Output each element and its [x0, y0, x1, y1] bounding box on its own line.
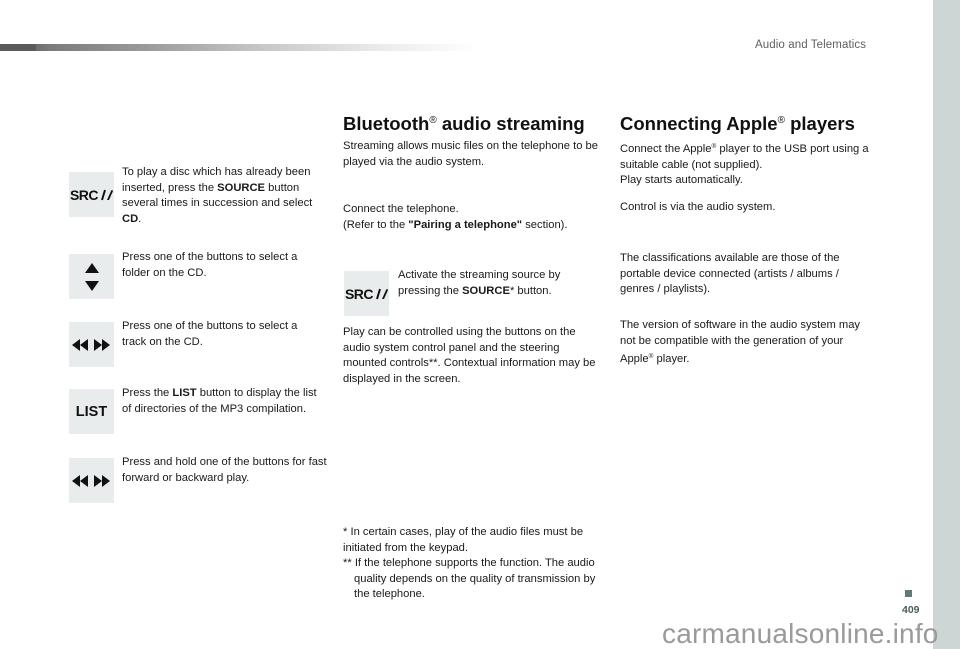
section-title: Audio and Telematics — [755, 39, 867, 51]
src-button-icon: SRC — [69, 172, 114, 217]
header-gradient-bar — [0, 44, 480, 51]
page-marker-icon — [905, 590, 912, 597]
src-label: SRC — [344, 285, 374, 302]
apple-version-text: The version of software in the audio sys… — [620, 319, 861, 366]
list-button-icon: LIST — [69, 389, 114, 434]
list-icon: LIST — [75, 403, 108, 420]
src-phone-icon: SRC — [344, 285, 389, 302]
track-select-button-icon — [69, 322, 114, 367]
disc-play-instruction: To play a disc which has already been in… — [122, 166, 313, 225]
apple-connect-text: Connect the Apple® player to the USB por… — [620, 143, 869, 187]
bluetooth-intro: Streaming allows music files on the tele… — [343, 140, 598, 168]
src-phone-icon: SRC — [69, 186, 114, 203]
activate-streaming-text: Activate the streaming source by pressin… — [398, 269, 561, 297]
footnote-2: ** If the telephone supports the functio… — [343, 557, 596, 601]
src-label: SRC — [69, 186, 99, 203]
fast-forward-instruction: Press and hold one of the buttons for fa… — [122, 456, 327, 484]
bluetooth-heading: Bluetooth® audio streaming — [343, 113, 585, 134]
folder-select-instruction: Press one of the buttons to select a fol… — [122, 251, 298, 279]
skip-back-forward-icon — [71, 474, 110, 487]
list-instruction: Press the LIST button to display the lis… — [122, 387, 317, 415]
folder-select-button-icon — [69, 254, 114, 299]
up-down-arrows-icon — [84, 262, 99, 291]
connect-telephone-text: Connect the telephone. (Refer to the "Pa… — [343, 203, 568, 231]
skip-back-forward-icon — [71, 338, 110, 351]
phone-slash-icon — [376, 288, 389, 300]
fast-forward-button-icon — [69, 458, 114, 503]
footnote-1: * In certain cases, play of the audio fi… — [343, 526, 584, 554]
play-control-text: Play can be controlled using the buttons… — [343, 326, 596, 385]
streaming-src-button-icon: SRC — [344, 271, 389, 316]
track-select-instruction: Press one of the buttons to select a tra… — [122, 320, 298, 348]
header-bar-dark-segment — [0, 44, 36, 51]
apple-classifications-text: The classifications available are those … — [620, 252, 840, 296]
apple-heading: Connecting Apple® players — [620, 113, 855, 134]
watermark: carmanualsonline.info — [662, 618, 939, 649]
phone-slash-icon — [101, 189, 114, 201]
page-edge-strip — [933, 0, 960, 649]
page-number: 409 — [902, 604, 920, 616]
apple-control-text: Control is via the audio system. — [620, 201, 776, 213]
